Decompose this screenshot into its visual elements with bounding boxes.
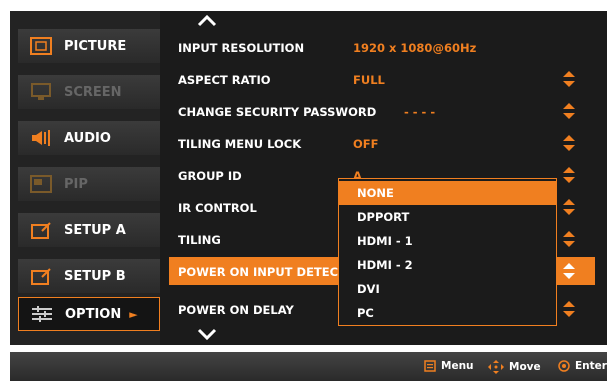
setup-b-icon	[31, 268, 51, 285]
sidebar-item-option[interactable]: OPTION ►	[18, 297, 160, 331]
sidebar-item-setup-b[interactable]: SETUP B	[18, 259, 160, 293]
menu-hint: Menu	[424, 360, 474, 372]
row-label: GROUP ID	[178, 169, 242, 183]
screen-icon	[31, 83, 51, 100]
sidebar-item-setup-a[interactable]: SETUP A	[18, 213, 160, 247]
sidebar-item-label: SCREEN	[64, 84, 122, 100]
dropdown-option[interactable]: HDMI - 1	[339, 229, 556, 253]
move-hint-label: Move	[509, 361, 541, 373]
sidebar-item-label: PICTURE	[64, 38, 127, 54]
spinner-arrows-icon[interactable]	[563, 231, 575, 247]
row-label: INPUT RESOLUTION	[178, 41, 305, 55]
scroll-down-icon[interactable]	[196, 327, 218, 341]
row-tiling-menu-lock[interactable]: TILING MENU LOCK OFF	[160, 127, 595, 159]
spinner-arrows-icon[interactable]	[563, 199, 575, 215]
dropdown-option[interactable]: NONE	[339, 181, 556, 205]
sidebar-item-label: PIP	[64, 176, 88, 192]
row-label: IR CONTROL	[178, 201, 257, 215]
sidebar-item-label: SETUP B	[64, 268, 126, 284]
enter-icon	[558, 360, 570, 372]
dropdown-option[interactable]: DPPORT	[339, 205, 556, 229]
move-hint: Move	[488, 360, 541, 374]
footer-hint-bar: Menu Move Enter	[10, 352, 607, 381]
enter-hint: Enter	[558, 360, 607, 372]
spinner-arrows-icon[interactable]	[563, 167, 575, 183]
row-label: TILING	[178, 233, 221, 247]
row-input-resolution: INPUT RESOLUTION 1920 x 1080@60Hz	[160, 31, 595, 63]
spinner-arrows-icon[interactable]	[563, 135, 575, 151]
row-value: OFF	[353, 137, 379, 151]
row-value: 1920 x 1080@60Hz	[353, 41, 477, 55]
sidebar: PICTURE SCREEN AUDIO PIP SETUP A SETUP B…	[10, 11, 160, 345]
enter-hint-label: Enter	[575, 360, 607, 372]
audio-icon	[32, 130, 50, 146]
pip-icon	[30, 175, 52, 193]
sidebar-item-audio[interactable]: AUDIO	[18, 121, 160, 155]
spinner-arrows-icon[interactable]	[563, 71, 575, 87]
spinner-arrows-icon[interactable]	[563, 301, 575, 317]
dropdown-option[interactable]: DVI	[339, 277, 556, 301]
submenu-arrow-icon: ►	[129, 307, 138, 321]
row-change-security-password[interactable]: CHANGE SECURITY PASSWORD - - - -	[160, 95, 595, 127]
picture-icon	[30, 37, 52, 55]
option-icon	[32, 306, 52, 322]
spinner-arrows-icon[interactable]	[563, 263, 575, 279]
row-aspect-ratio[interactable]: ASPECT RATIO FULL	[160, 63, 595, 95]
row-label: POWER ON DELAY	[178, 303, 294, 317]
dropdown-option[interactable]: HDMI - 2	[339, 253, 556, 277]
setup-a-icon	[31, 222, 51, 239]
dropdown-option[interactable]: PC	[339, 301, 556, 325]
sidebar-item-label: OPTION	[65, 306, 122, 322]
spinner-arrows-icon[interactable]	[563, 103, 575, 119]
move-arrows-icon	[488, 360, 504, 374]
row-value: - - - -	[404, 105, 436, 119]
input-detection-dropdown: NONE DPPORT HDMI - 1 HDMI - 2 DVI PC	[338, 178, 557, 326]
sidebar-item-screen[interactable]: SCREEN	[18, 75, 160, 109]
sidebar-item-pip[interactable]: PIP	[18, 167, 160, 201]
menu-icon	[424, 360, 436, 372]
row-label: TILING MENU LOCK	[178, 137, 302, 151]
sidebar-item-label: SETUP A	[64, 222, 126, 238]
sidebar-item-picture[interactable]: PICTURE	[18, 29, 160, 63]
row-label: CHANGE SECURITY PASSWORD	[178, 105, 377, 119]
row-label: ASPECT RATIO	[178, 73, 271, 87]
scroll-up-icon[interactable]	[196, 14, 218, 28]
sidebar-item-label: AUDIO	[64, 130, 111, 146]
menu-hint-label: Menu	[441, 360, 474, 372]
row-value: FULL	[353, 73, 385, 87]
